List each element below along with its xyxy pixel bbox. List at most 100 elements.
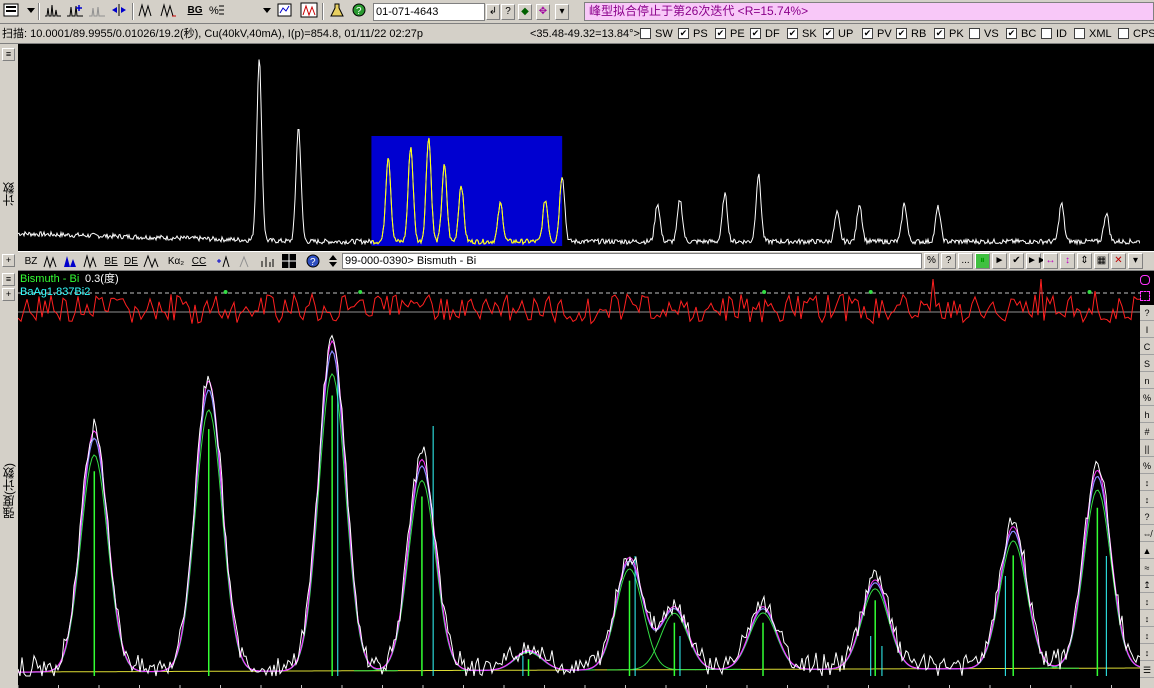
peaks-b-icon[interactable] — [160, 2, 178, 20]
magenta-box-icon — [1140, 291, 1150, 301]
percent-icon[interactable]: % — [208, 2, 226, 20]
grid-icon[interactable] — [280, 253, 298, 270]
fit-fast-forward-button[interactable]: ►► — [1026, 253, 1047, 269]
report-icon[interactable] — [276, 2, 294, 20]
xray-tube-icon[interactable] — [300, 2, 318, 20]
toggle-pv-checkbox[interactable]: ✔ — [862, 28, 873, 39]
pdf-enter-button[interactable]: ↲ — [486, 4, 500, 20]
right-tool-button[interactable]: h — [1140, 407, 1154, 423]
peak-fill-icon[interactable] — [62, 253, 80, 270]
toggle-vs-checkbox[interactable] — [969, 28, 980, 39]
fit-toolbar-menu[interactable]: + — [2, 254, 15, 267]
peaks-a-icon[interactable] — [138, 2, 156, 20]
profile-fit-chart[interactable] — [18, 271, 1140, 688]
be-button[interactable]: BE — [102, 253, 120, 270]
help-icon[interactable]: ? — [350, 2, 368, 20]
peak-chart-icon[interactable] — [44, 2, 62, 20]
right-tool-button[interactable]: ↕ — [1140, 475, 1154, 491]
toggle-df-checkbox[interactable]: ✔ — [750, 28, 761, 39]
right-tool-button[interactable]: % — [1140, 458, 1154, 474]
bg-button[interactable]: BG — [186, 2, 204, 20]
right-tool-button[interactable]: ↕ — [1140, 645, 1154, 661]
fit-expand-h-button[interactable]: ↔ — [1043, 253, 1058, 269]
right-tool-button[interactable]: ⇎ — [1140, 526, 1154, 542]
right-tool-button[interactable]: n — [1140, 373, 1154, 389]
overview-menu-button[interactable]: ≡ — [2, 48, 15, 61]
right-tool-button[interactable]: ▲ — [1140, 543, 1154, 559]
bz-icon[interactable]: BZ — [22, 253, 40, 270]
right-tool-button[interactable]: ↥ — [1140, 577, 1154, 593]
peak-ghost-icon[interactable] — [88, 2, 106, 20]
legend-baagbi: BaAg1.837Bi2 — [20, 286, 91, 298]
fit-percent-button[interactable]: % — [924, 253, 939, 269]
pdf-cross-button[interactable]: ✥ — [536, 4, 550, 20]
toggle-sw-label: SW — [655, 28, 673, 40]
right-tool-button[interactable]: % — [1140, 390, 1154, 406]
toggle-sw-checkbox[interactable] — [640, 28, 651, 39]
dropdown-icon[interactable] — [258, 2, 276, 20]
refine-icon[interactable] — [214, 253, 232, 270]
toggle-xml-checkbox[interactable] — [1074, 28, 1085, 39]
right-tool-button[interactable]: ↕ — [1140, 611, 1154, 627]
bars-icon[interactable] — [258, 253, 276, 270]
toggle-pk-checkbox[interactable]: ✔ — [934, 28, 945, 39]
right-tool-button[interactable]: ↕ — [1140, 594, 1154, 610]
peak-plus-icon[interactable] — [66, 2, 84, 20]
toggle-cps-checkbox[interactable] — [1118, 28, 1129, 39]
toggle-rb-label: RB — [911, 28, 927, 40]
toggle-up-checkbox[interactable]: ✔ — [823, 28, 834, 39]
fit-help-icon[interactable]: ? — [304, 253, 322, 270]
right-tool-button[interactable]: C — [1140, 339, 1154, 355]
right-tool-button[interactable]: ? — [1140, 509, 1154, 525]
toggle-pe-checkbox[interactable]: ✔ — [715, 28, 726, 39]
zoom-selection[interactable] — [371, 136, 563, 246]
fit-play-button[interactable]: ► — [992, 253, 1007, 269]
main-menu-button-1[interactable]: ≡ — [2, 273, 15, 286]
refine-ghost-icon[interactable] — [236, 253, 254, 270]
updown-icon[interactable] — [324, 253, 342, 270]
toggle-sk-checkbox[interactable]: ✔ — [787, 28, 798, 39]
fit-check-button[interactable]: ✔ — [1009, 253, 1024, 269]
flask-icon[interactable] — [328, 2, 346, 20]
toggle-bc-checkbox[interactable]: ✔ — [1006, 28, 1017, 39]
peak-profile-icon[interactable] — [82, 253, 100, 270]
ribbon-icon[interactable] — [2, 2, 20, 20]
phase-entry-field[interactable]: 99-000-0390> Bismuth - Bi — [342, 253, 922, 269]
fit-updown-button[interactable]: ⇕ — [1077, 253, 1092, 269]
main-menu-button-2[interactable]: + — [2, 288, 15, 301]
ka2-button[interactable]: Kα₂ — [164, 253, 188, 270]
range-info: <35.48-49.32=13.84°> — [530, 28, 640, 40]
overview-ylabel: 计数 — [2, 182, 16, 206]
right-tool-button[interactable]: || — [1140, 441, 1154, 457]
right-tool-button[interactable]: ? — [1140, 305, 1154, 321]
pdf-help-button[interactable]: ? — [501, 4, 515, 20]
fit-close-button[interactable]: ✕ — [1111, 253, 1126, 269]
pdf-diamond-button[interactable]: ◆ — [518, 4, 532, 20]
fit-expand-v-button[interactable]: ↕ — [1060, 253, 1075, 269]
toggle-ps-checkbox[interactable]: ✔ — [678, 28, 689, 39]
pdf-number-input[interactable]: 01-071-4643 — [373, 3, 485, 21]
cc-button[interactable]: CC — [190, 253, 208, 270]
right-tool-button[interactable]: ↕ — [1140, 492, 1154, 508]
fit-more-button[interactable]: ... — [958, 253, 973, 269]
overview-pattern-chart[interactable] — [18, 44, 1140, 251]
fit-help-button[interactable]: ? — [941, 253, 956, 269]
toggle-id-checkbox[interactable] — [1041, 28, 1052, 39]
toggle-rb-checkbox[interactable]: ✔ — [896, 28, 907, 39]
fit-dropdown-button[interactable]: ▾ — [1128, 253, 1143, 269]
peak-shape-icon[interactable] — [42, 253, 60, 270]
fit-table-button[interactable]: ▦ — [1094, 253, 1109, 269]
right-tool-button[interactable]: ☰ — [1140, 662, 1154, 678]
right-tool-button[interactable]: S — [1140, 356, 1154, 372]
right-tool-button[interactable]: I — [1140, 322, 1154, 338]
pdf-dropdown-button[interactable]: ▾ — [555, 4, 569, 20]
right-tool-button[interactable]: # — [1140, 424, 1154, 440]
peaks-icon[interactable] — [142, 253, 160, 270]
right-tool-button[interactable]: ↕ — [1140, 628, 1154, 644]
zoom-arrows-icon[interactable] — [110, 2, 128, 20]
legend-step: 0.3(度) — [85, 273, 119, 285]
toggle-sk-label: SK — [802, 28, 817, 40]
de-button[interactable]: DE — [122, 253, 140, 270]
right-tool-button[interactable]: ≈ — [1140, 560, 1154, 576]
fit-pause-button[interactable]: ⏸ — [975, 253, 990, 269]
